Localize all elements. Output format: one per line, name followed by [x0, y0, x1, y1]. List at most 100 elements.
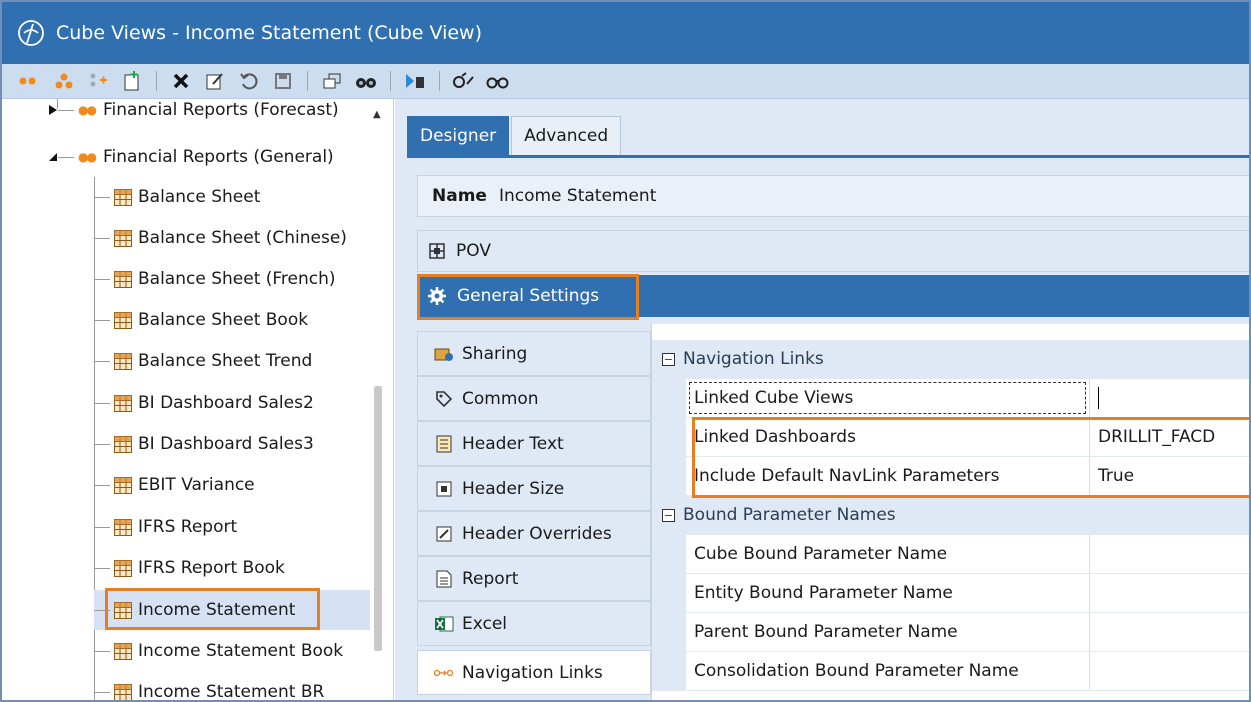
section-pov[interactable]: POV [417, 230, 1249, 272]
side-tab-header-overrides[interactable]: Header Overrides [417, 511, 651, 556]
cube-view-icon [114, 229, 132, 247]
tree-item-label: EBIT Variance [138, 475, 255, 495]
tree-item-label: BI Dashboard Sales3 [138, 434, 314, 454]
tree-item[interactable]: Balance Sheet (French) [94, 259, 336, 299]
property-consolidation-bound[interactable]: Consolidation Bound Parameter Name [652, 652, 1249, 691]
highlight-box [417, 274, 639, 320]
window-icon[interactable] [318, 68, 346, 94]
tab-advanced[interactable]: Advanced [511, 116, 622, 156]
edit-icon[interactable] [201, 68, 229, 94]
side-tab-header-size[interactable]: Header Size [417, 466, 651, 511]
tree-item[interactable]: Income Statement BR [94, 672, 325, 702]
cube-view-icon [114, 518, 132, 536]
category-navigation-links[interactable]: − Navigation Links [652, 340, 1249, 379]
binoculars-icon[interactable] [352, 68, 380, 94]
highlight-box [105, 588, 320, 630]
property-cube-bound[interactable]: Cube Bound Parameter Name [652, 535, 1249, 574]
tree-item[interactable]: BI Dashboard Sales3 [94, 424, 314, 464]
tree-item-label: Income Statement BR [138, 682, 325, 702]
tree-item[interactable]: Balance Sheet (Chinese) [94, 218, 347, 258]
text-cursor [1098, 387, 1099, 409]
tree-item-label: BI Dashboard Sales2 [138, 393, 314, 413]
grid-gutter [652, 535, 686, 573]
tree-item[interactable]: EBIT Variance [94, 465, 255, 505]
side-tab-label: Header Text [462, 433, 564, 454]
side-tab-report[interactable]: Report [417, 556, 651, 601]
side-tab-label: Navigation Links [462, 662, 603, 683]
tree-item-label: Balance Sheet (French) [138, 269, 336, 289]
compare-icon[interactable] [484, 68, 512, 94]
collapse-arrow-icon[interactable] [48, 152, 58, 162]
new-icon[interactable] [118, 68, 146, 94]
toolbar-separator [390, 71, 391, 91]
tree-item[interactable]: BI Dashboard Sales2 [94, 383, 314, 423]
grid-gutter [652, 613, 686, 651]
sharing-icon [434, 345, 454, 363]
tree-scrollbar[interactable] [374, 386, 382, 651]
side-tab-excel[interactable]: Excel [417, 601, 651, 646]
toolbar-separator [439, 71, 440, 91]
save-icon[interactable] [269, 68, 297, 94]
tab-bar: Designer Advanced [407, 116, 622, 156]
window-title: Cube Views - Income Statement (Cube View… [56, 22, 483, 44]
cube-view-icon [114, 394, 132, 412]
tree-item[interactable]: Balance Sheet [94, 177, 260, 217]
grid-gutter [652, 379, 686, 417]
tree-item[interactable]: IFRS Report [94, 507, 237, 547]
run-icon[interactable] [401, 68, 429, 94]
group-dots-icon[interactable] [16, 68, 44, 94]
undo-icon[interactable] [235, 68, 263, 94]
tab-underline [407, 155, 1249, 158]
tree-item-label: Balance Sheet [138, 187, 261, 207]
grid-gutter [652, 652, 686, 690]
side-tab-header-text[interactable]: Header Text [417, 421, 651, 466]
category-label: Navigation Links [683, 349, 824, 369]
property-entity-bound[interactable]: Entity Bound Parameter Name [652, 574, 1249, 613]
expand-arrow-icon[interactable] [48, 104, 58, 116]
grid-gutter [652, 574, 686, 612]
tree-item[interactable]: Balance Sheet Trend [94, 341, 312, 381]
add-item-icon[interactable] [84, 68, 112, 94]
category-bound-parameter-names[interactable]: − Bound Parameter Names [652, 496, 1249, 535]
tree-item-label: IFRS Report Book [138, 558, 285, 578]
section-pov-label: POV [456, 241, 491, 261]
property-name: Linked Cube Views [694, 388, 854, 408]
group-dots-icon: ●● [78, 103, 97, 117]
tree-group-general[interactable]: ●● Financial Reports (General) [48, 137, 334, 177]
report-icon [434, 570, 454, 588]
grid-gutter [652, 457, 686, 495]
tab-designer[interactable]: Designer [407, 116, 510, 156]
side-tab-common[interactable]: Common [417, 376, 651, 421]
property-parent-bound[interactable]: Parent Bound Parameter Name [652, 613, 1249, 652]
side-tab-label: Sharing [462, 343, 528, 364]
cube-view-tree[interactable]: ●● Financial Reports (Forecast) ●● Finan… [2, 99, 394, 702]
side-tab-sharing[interactable]: Sharing [417, 331, 651, 376]
cube-view-icon [114, 311, 132, 329]
tree-item-label: Balance Sheet (Chinese) [138, 228, 347, 248]
tree-item-label: Income Statement Book [138, 641, 344, 661]
add-group-icon[interactable] [50, 68, 78, 94]
tree-item[interactable]: Income Statement Book [94, 631, 343, 671]
property-name: Consolidation Bound Parameter Name [694, 661, 1019, 681]
tree-item[interactable]: IFRS Report Book [94, 548, 285, 588]
tree-item[interactable]: Balance Sheet Book [94, 300, 308, 340]
collapse-icon[interactable]: − [662, 352, 675, 366]
tree-group-forecast[interactable]: ●● Financial Reports (Forecast) [48, 99, 339, 121]
excel-icon [434, 615, 454, 633]
tree-item-label: Balance Sheet Trend [138, 351, 313, 371]
pov-icon [429, 243, 445, 259]
name-input[interactable]: Income Statement [499, 186, 656, 206]
collapse-icon[interactable]: − [662, 508, 675, 522]
tree-connector [58, 109, 74, 111]
designer-pane: Designer Advanced Name Income Statement … [395, 99, 1249, 700]
scroll-up-arrow-icon[interactable]: ▲ [373, 109, 381, 120]
property-linked-cube-views[interactable]: Linked Cube Views [652, 379, 1249, 418]
side-tab-label: Common [462, 388, 539, 409]
property-name: Parent Bound Parameter Name [694, 622, 958, 642]
side-tab-label: Excel [462, 613, 508, 634]
toolbar [2, 64, 1249, 99]
grid-gutter [652, 418, 686, 456]
delete-icon[interactable] [167, 68, 195, 94]
side-tab-navigation-links[interactable]: Navigation Links [417, 650, 651, 695]
find-icon[interactable] [450, 68, 478, 94]
